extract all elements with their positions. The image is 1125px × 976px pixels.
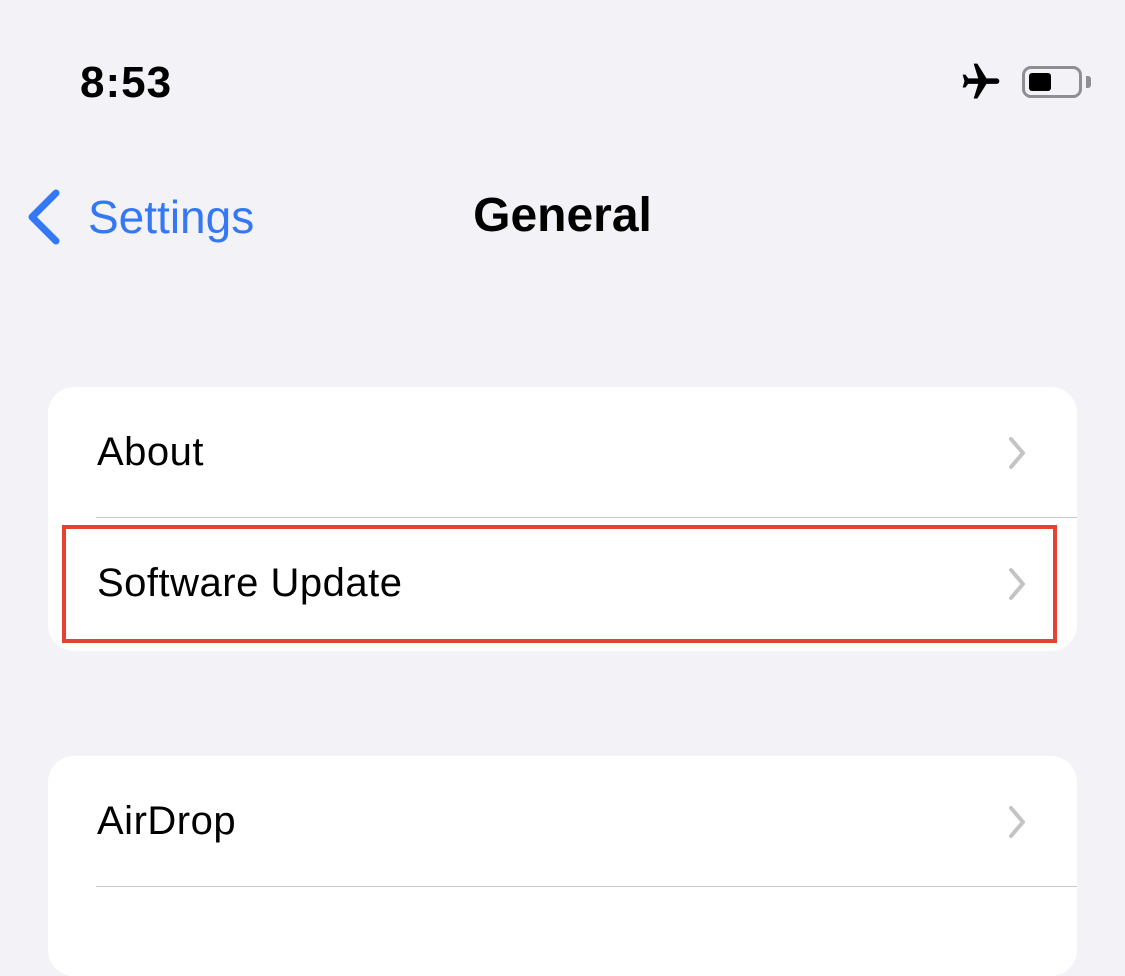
- chevron-right-icon: [1009, 805, 1025, 838]
- page-title: General: [473, 189, 652, 242]
- battery-icon: [1022, 66, 1082, 98]
- status-time: 8:53: [80, 58, 173, 107]
- separator: [96, 885, 1077, 887]
- list-item-label: AirDrop: [97, 799, 237, 843]
- chevron-right-icon: [1009, 567, 1025, 600]
- settings-group-1: About Software Update: [48, 387, 1077, 651]
- settings-group-2: AirDrop: [48, 756, 1077, 976]
- status-bar: 8:53: [0, 0, 1125, 150]
- chevron-right-icon: [1009, 436, 1025, 469]
- battery-cap: [1086, 76, 1091, 88]
- list-item-software-update[interactable]: Software Update: [48, 518, 1077, 649]
- navigation-bar: Settings General: [0, 160, 1125, 270]
- airplane-icon: [962, 63, 1000, 99]
- list-item-label: Software Update: [97, 561, 403, 605]
- list-item-label: About: [97, 430, 205, 474]
- battery-level: [1029, 73, 1051, 91]
- list-item-airdrop[interactable]: AirDrop: [48, 756, 1077, 887]
- list-item-about[interactable]: About: [48, 387, 1077, 518]
